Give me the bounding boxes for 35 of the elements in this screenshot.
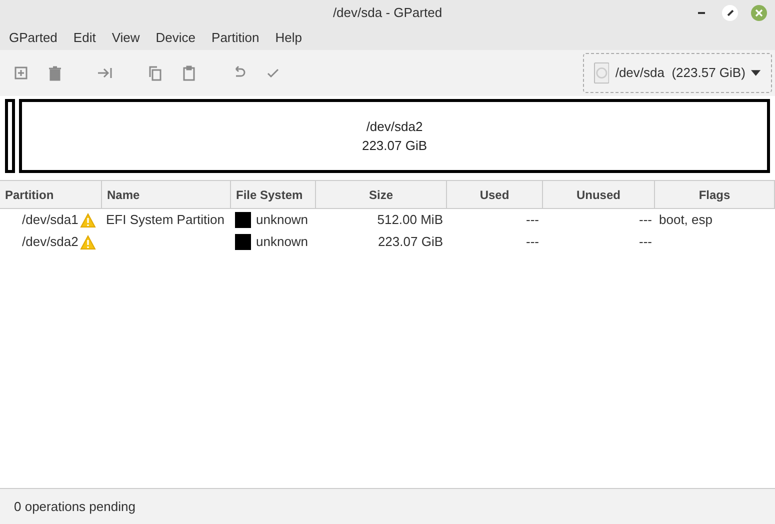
menu-item[interactable]: GParted [1, 28, 66, 48]
caret-icon [751, 70, 761, 76]
partition-block[interactable] [5, 99, 15, 173]
column-header[interactable]: Partition [0, 181, 102, 208]
menu-item[interactable]: Help [267, 28, 310, 48]
window-title: /dev/sda - GParted [332, 4, 442, 22]
partition-block[interactable]: /dev/sda2 223.07 GiB [19, 99, 770, 173]
table-cell-text: unknown [256, 233, 308, 252]
table-cell-text: 512.00 MiB [377, 211, 443, 230]
table-cell-text: /dev/sda1 [22, 211, 78, 230]
column-header[interactable]: Size [316, 181, 447, 208]
partition-size: 223.07 GiB [362, 137, 428, 155]
table-cell-text: --- [639, 211, 652, 230]
table-cell: EFI System Partition [106, 212, 224, 228]
table-cell-text: --- [526, 211, 539, 230]
column-header[interactable]: File System [231, 181, 316, 208]
table-cell-text: --- [639, 233, 652, 252]
device-selector[interactable]: /dev/sda (223.57 GiB) [583, 53, 772, 93]
menu-item[interactable]: Edit [65, 28, 104, 48]
column-header[interactable]: Used [447, 181, 543, 208]
close-icon[interactable] [751, 5, 767, 21]
column-header[interactable]: Name [102, 181, 231, 208]
menu-item[interactable]: Partition [204, 28, 268, 48]
menu-item[interactable]: View [104, 28, 148, 48]
table-cell-text: 223.07 GiB [378, 233, 443, 252]
table-cell-text: /dev/sda2 [22, 233, 78, 252]
table-cell-text: unknown [256, 211, 308, 230]
status-text: 0 operations pending [14, 498, 136, 516]
menu-item[interactable]: Device [148, 28, 204, 48]
maximize-icon[interactable] [722, 5, 738, 21]
table-cell-text: --- [526, 233, 539, 252]
table-cell: boot, esp [659, 212, 712, 228]
column-header[interactable]: Flags [655, 181, 775, 208]
column-header[interactable]: Unused [543, 181, 655, 208]
partition-name: /dev/sda2 [366, 118, 423, 136]
